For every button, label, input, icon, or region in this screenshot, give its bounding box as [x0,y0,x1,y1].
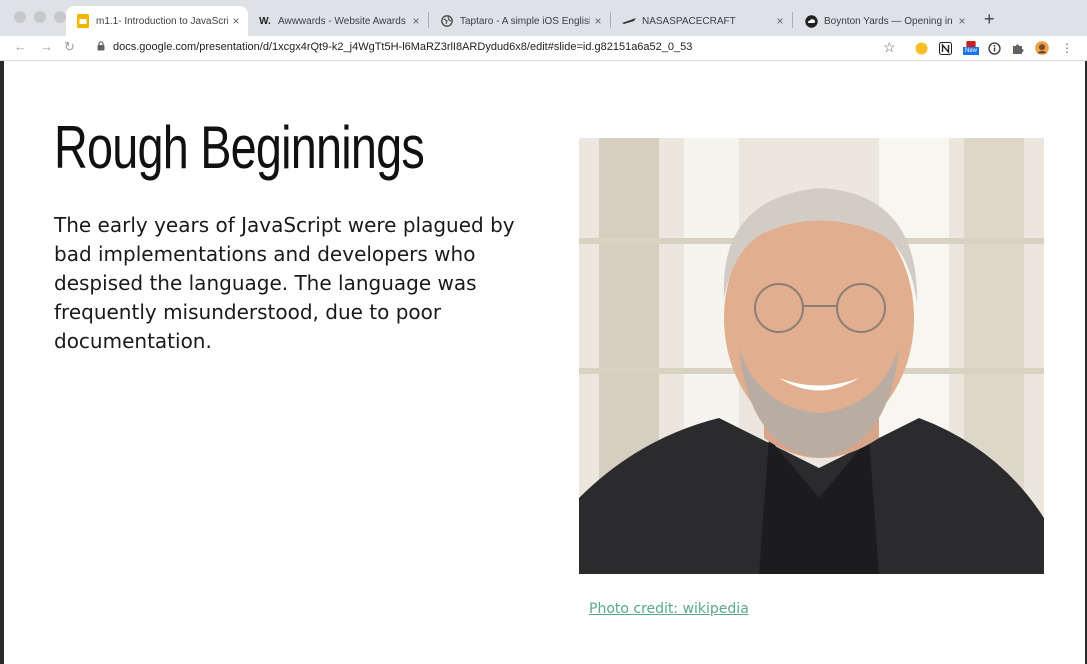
tab-boynton-yards[interactable]: Boynton Yards — Opening in E × [794,6,974,36]
close-tab-icon[interactable]: × [772,14,788,28]
tab-separator [792,12,793,28]
close-tab-icon[interactable]: × [228,14,244,28]
bookmark-star-icon[interactable]: ☆ [883,39,896,56]
reload-icon[interactable]: ↻ [64,39,75,55]
portrait-photo [579,138,1044,574]
browser-tab-strip: m1.1- Introduction to JavaScri × W. Awww… [0,0,1087,36]
notion-extension-icon[interactable] [938,41,952,55]
slide-title: Rough Beginnings [54,114,425,181]
yellow-circle-extension-icon[interactable] [914,41,928,55]
forward-arrow-icon[interactable]: → [40,39,53,54]
window-controls[interactable] [14,11,66,23]
photo-credit-link[interactable]: Photo credit: wikipedia [589,601,749,617]
tab-taptaro[interactable]: Taptaro - A simple iOS English × [430,6,610,36]
tab-separator [610,12,611,28]
globe-icon [440,14,454,28]
cloud-icon [804,14,818,28]
lock-icon [97,41,105,53]
tab-slides[interactable]: m1.1- Introduction to JavaScri × [66,6,248,36]
tab-awwwards[interactable]: W. Awwwards - Website Awards × [248,6,428,36]
close-window-button[interactable] [14,11,26,23]
tab-title: Taptaro - A simple iOS English [460,15,590,27]
new-badge: New [962,47,979,55]
slide-canvas: Rough Beginnings The early years of Java… [4,61,1085,664]
nasa-icon [622,14,636,28]
close-tab-icon[interactable]: × [408,14,424,28]
back-arrow-icon[interactable]: ← [14,39,27,54]
minimize-window-button[interactable] [34,11,46,23]
tab-nasa[interactable]: NASASPACECRAFT × [612,6,792,36]
slides-icon [76,14,90,28]
tab-title: Boynton Yards — Opening in E [824,15,954,27]
address-bar[interactable]: docs.google.com/presentation/d/1xcgx4rQt… [92,38,907,58]
new-tab-button[interactable]: + [984,9,995,30]
url-text[interactable]: docs.google.com/presentation/d/1xcgx4rQt… [113,41,692,53]
browser-toolbar: ← → ↻ docs.google.com/presentation/d/1xc… [0,36,1087,61]
tab-title: NASASPACECRAFT [642,15,736,27]
tab-title: Awwwards - Website Awards [278,15,406,27]
close-tab-icon[interactable]: × [954,14,970,28]
awwwards-icon: W. [259,15,271,27]
tab-separator [428,12,429,28]
puzzle-extensions-icon[interactable] [1011,41,1025,55]
maximize-window-button[interactable] [54,11,66,23]
slide-body-text: The early years of JavaScript were plagu… [54,213,515,353]
more-menu-icon[interactable]: ⋮ [1060,41,1074,55]
profile-avatar-icon[interactable] [1035,41,1049,55]
new-extension-icon[interactable]: New [960,41,982,55]
info-circle-extension-icon[interactable] [987,41,1001,55]
tab-title: m1.1- Introduction to JavaScri [96,15,228,27]
close-tab-icon[interactable]: × [590,14,606,28]
